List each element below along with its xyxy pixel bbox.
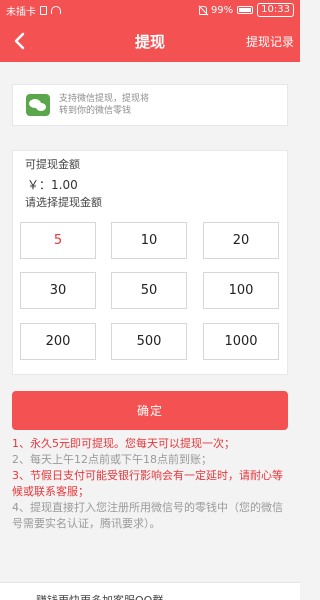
amount-option[interactable]: 200 xyxy=(20,323,96,360)
battery-icon xyxy=(237,6,254,14)
confirm-button[interactable]: 确定 xyxy=(12,391,288,430)
amount-option[interactable]: 5 xyxy=(20,222,96,259)
amount-card: 可提现金额 ￥：1.00 请选择提现金额 5 10 20 30 50 100 2… xyxy=(12,150,288,375)
choose-amount-label: 请选择提现金额 xyxy=(25,196,102,209)
wechat-icon xyxy=(26,94,50,116)
amount-option[interactable]: 30 xyxy=(20,272,96,309)
amount-option[interactable]: 100 xyxy=(203,272,279,309)
battery-percent: 99% xyxy=(210,4,234,16)
amount-option[interactable]: 500 xyxy=(111,323,187,360)
amount-options-grid: 5 10 20 30 50 100 200 500 1000 xyxy=(20,222,280,360)
mute-icon xyxy=(198,5,207,15)
note-3: 3、节假日支付可能受银行影响会有一定延时，请耐心等候或联系客服； xyxy=(12,469,283,498)
top-nav-bar: 提现 提现记录 xyxy=(0,20,300,62)
amount-option[interactable]: 10 xyxy=(111,222,187,259)
wechat-desc-line1: 支持微信提现，提现将 xyxy=(59,94,150,104)
withdraw-notes: 1、永久5元即可提现。您每天可以提现一次； 2、每天上午12点前或下午18点前到… xyxy=(12,436,288,532)
amount-option[interactable]: 20 xyxy=(203,222,279,259)
note-2: 2、每天上午12点前或下午18点前到账； xyxy=(12,453,212,466)
carrier-label: 未插卡 xyxy=(6,6,36,18)
bottom-qq-banner[interactable]: 赚钱更快更多加客服QQ群 xyxy=(0,582,300,600)
wifi-icon xyxy=(51,6,61,14)
wechat-description: 支持微信提现，提现将 转到你的微信零钱 xyxy=(59,93,199,117)
wechat-withdraw-card[interactable]: 支持微信提现，提现将 转到你的微信零钱 xyxy=(12,84,288,126)
amount-option[interactable]: 50 xyxy=(111,272,187,309)
withdraw-history-link[interactable]: 提现记录 xyxy=(246,33,294,50)
clock: 10:33 xyxy=(257,3,294,17)
qq-group-text: 赚钱更快更多加客服QQ群 xyxy=(36,592,163,600)
note-4: 4、提现直接打入您注册所用微信号的零钱中（您的微信号需要实名认证，腾讯要求）。 xyxy=(12,501,283,530)
sim-icon xyxy=(40,5,47,15)
available-amount-value: ￥：1.00 xyxy=(27,178,78,192)
status-bar: 未插卡 99% 10:33 xyxy=(0,0,300,20)
available-amount-label: 可提现金额 xyxy=(25,158,80,171)
wechat-desc-line2: 转到你的微信零钱 xyxy=(59,106,132,116)
amount-option[interactable]: 1000 xyxy=(203,323,279,360)
note-1: 1、永久5元即可提现。您每天可以提现一次； xyxy=(12,437,235,450)
